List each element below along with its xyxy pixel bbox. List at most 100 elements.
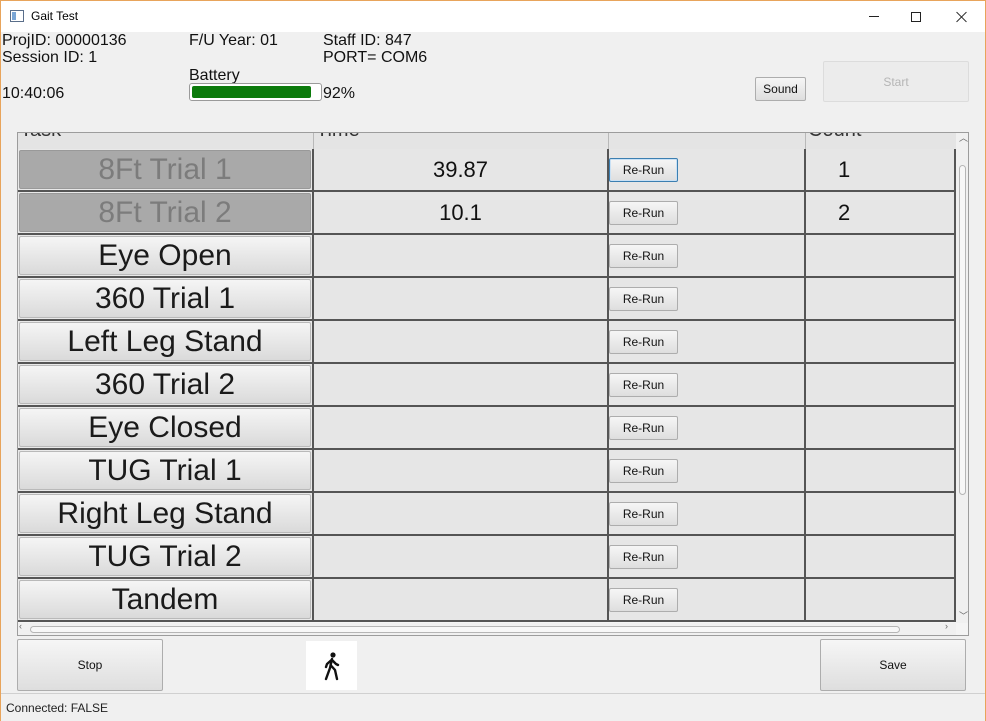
task-cell: Eye Closed (18, 407, 314, 450)
count-cell (806, 579, 956, 622)
time-cell: 39.87 (314, 149, 609, 192)
task-button[interactable]: Eye Closed (19, 408, 311, 447)
action-cell: Re-Run (609, 278, 806, 321)
table-row: TUG Trial 1 Re-Run (18, 450, 956, 493)
rerun-button[interactable]: Re-Run (609, 244, 678, 268)
rerun-button[interactable]: Re-Run (609, 459, 678, 483)
rerun-button[interactable]: Re-Run (609, 373, 678, 397)
session-id-label: Session ID: 1 (2, 49, 98, 66)
count-cell (806, 235, 956, 278)
minimize-button[interactable] (851, 1, 897, 32)
task-table: Task Time Count 8Ft Trial 139.87Re-Run18… (17, 132, 969, 636)
battery-fill (192, 86, 311, 98)
time-cell (314, 450, 609, 493)
table-row: Eye Closed Re-Run (18, 407, 956, 450)
count-value: 2 (838, 199, 851, 225)
task-button[interactable]: 8Ft Trial 2 (19, 193, 311, 232)
scroll-left-icon[interactable]: ‹ (19, 621, 22, 631)
rerun-button[interactable]: Re-Run (609, 330, 678, 354)
task-cell: Right Leg Stand (18, 493, 314, 536)
time-value (314, 493, 607, 534)
rerun-button[interactable]: Re-Run (609, 201, 678, 225)
rerun-button[interactable]: Re-Run (609, 158, 678, 182)
time-cell (314, 364, 609, 407)
table-row: TUG Trial 2 Re-Run (18, 536, 956, 579)
column-header-task[interactable]: Task (18, 133, 314, 150)
scroll-up-icon[interactable]: ︿ (959, 133, 968, 144)
horizontal-scroll-thumb[interactable] (30, 626, 900, 633)
task-button[interactable]: 360 Trial 1 (19, 279, 311, 318)
time-value (314, 536, 607, 577)
stop-button[interactable]: Stop (17, 639, 163, 691)
count-cell (806, 450, 956, 493)
sound-button[interactable]: Sound (755, 77, 806, 101)
table-row: 360 Trial 2 Re-Run (18, 364, 956, 407)
rerun-button[interactable]: Re-Run (609, 416, 678, 440)
table-row: 8Ft Trial 1 39.87 Re-Run 1 (18, 149, 956, 192)
time-cell (314, 579, 609, 622)
time-value (314, 278, 607, 319)
rerun-button[interactable]: Re-Run (609, 502, 678, 526)
count-cell: 1 (806, 149, 956, 192)
task-cell: TUG Trial 1 (18, 450, 314, 493)
close-icon (956, 11, 968, 23)
battery-percent: 92% (323, 85, 356, 102)
proj-id-label: ProjID: 00000136 (2, 32, 127, 49)
task-button[interactable]: TUG Trial 2 (19, 537, 311, 576)
walking-person-icon (324, 651, 339, 680)
task-button[interactable]: Eye Open (19, 236, 311, 275)
table-row: Left Leg Stand Re-Run (18, 321, 956, 364)
task-button[interactable]: TUG Trial 1 (19, 451, 311, 490)
time-value: 39.87 (432, 156, 489, 182)
task-button[interactable]: 8Ft Trial 1 (19, 150, 311, 189)
rerun-button[interactable]: Re-Run (609, 545, 678, 569)
count-cell (806, 407, 956, 450)
time-cell (314, 493, 609, 536)
task-button[interactable]: Right Leg Stand (19, 494, 311, 533)
app-window: Gait Test ProjID: 00000136 Session ID: 1… (0, 0, 986, 721)
count-value: 1 (838, 156, 851, 182)
action-cell: Re-Run (609, 407, 806, 450)
table-header: Task Time Count (18, 133, 956, 150)
time-cell (314, 536, 609, 579)
task-cell: Eye Open (18, 235, 314, 278)
task-button[interactable]: Left Leg Stand (19, 322, 311, 361)
clock-time: 10:40:06 (2, 85, 65, 102)
count-cell: 2 (806, 192, 956, 235)
count-cell (806, 321, 956, 364)
maximize-icon (911, 11, 921, 22)
maximize-button[interactable] (893, 1, 939, 32)
table-row: 8Ft Trial 2 10.1 Re-Run 2 (18, 192, 956, 235)
status-bar: Connected: FALSE (1, 693, 985, 721)
rerun-button[interactable]: Re-Run (609, 588, 678, 612)
start-button[interactable]: Start (823, 61, 969, 102)
action-cell: Re-Run (609, 450, 806, 493)
time-cell (314, 278, 609, 321)
table-row: Right Leg Stand Re-Run (18, 493, 956, 536)
scroll-right-icon[interactable]: › (945, 621, 948, 631)
time-value (314, 321, 607, 362)
vertical-scrollbar[interactable]: ︿ ﹀ (956, 133, 968, 623)
window-title: Gait Test (31, 9, 79, 23)
column-header-count[interactable]: Count (806, 133, 956, 150)
task-button[interactable]: 360 Trial 2 (19, 365, 311, 404)
scroll-down-icon[interactable]: ﹀ (959, 609, 968, 622)
port-label: PORT= COM6 (323, 49, 428, 66)
time-value (314, 407, 607, 448)
time-value: 10.1 (439, 199, 482, 225)
connection-status: Connected: FALSE (6, 701, 109, 715)
vertical-scroll-thumb[interactable] (959, 165, 966, 495)
save-button[interactable]: Save (820, 639, 966, 691)
column-header-action[interactable] (609, 133, 806, 150)
column-header-time[interactable]: Time (314, 133, 609, 150)
rerun-button[interactable]: Re-Run (609, 287, 678, 311)
time-cell (314, 321, 609, 364)
task-cell: Tandem (18, 579, 314, 622)
task-button[interactable]: Tandem (19, 580, 311, 619)
action-cell: Re-Run (609, 579, 806, 622)
time-value (314, 579, 607, 620)
action-cell: Re-Run (609, 235, 806, 278)
horizontal-scrollbar[interactable]: ‹ › (18, 621, 956, 635)
action-cell: Re-Run (609, 149, 806, 192)
close-button[interactable] (939, 1, 985, 32)
